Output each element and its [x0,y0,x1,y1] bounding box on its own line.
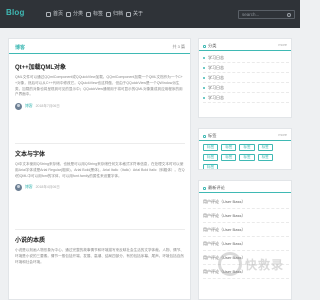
tag-chip[interactable]: 标签 [257,154,273,161]
comment-icon [203,186,206,190]
nav-label: 首页 [53,11,64,17]
article-excerpt: QML文件可以通过QQmlComponent或QQuickView加载。QQml… [15,75,183,97]
about-icon [126,12,131,17]
tag-icon [86,12,91,17]
archive-icon [106,12,111,17]
tag-cloud: 标签 标签 标签 标签 标签 标签 标签 标签 标签 [203,144,289,169]
list-item[interactable]: 用户评论（User Bass） [203,195,289,209]
panel-title-text: 最新评论 [208,185,225,190]
article-date: 2018年7月06日 [35,103,60,108]
folder-icon [203,44,206,48]
divider [15,143,185,144]
nav-label: 分类 [73,11,84,17]
panel-header: 最新评论 [199,181,291,193]
list-item[interactable]: 用户评论（User Bass） [203,237,289,251]
tags-panel: 标签 more 标签 标签 标签 标签 标签 标签 标签 标签 标签 [198,128,292,170]
article-list-header: 博客 共 3 篇 [9,39,190,54]
comment-text: 用户评论（User Bass） [203,240,246,246]
tag-chip[interactable]: 标签 [257,144,273,151]
divider [15,229,185,230]
panel-header: 分类 more [199,39,291,51]
comment-text: 用户评论（User Bass） [203,254,246,260]
article-date: 2018年4月06日 [35,184,60,189]
list-item[interactable]: 用户评论（User Bass） [203,251,289,265]
list-item[interactable]: 用户评论（User Bass） [203,209,289,223]
article-meta: 博客 2018年7月06日 [15,102,185,110]
comment-text: 用户评论（User Bass） [203,268,246,274]
list-item-label: 学习日志 [208,84,224,90]
article-title[interactable]: 文本与字体 [15,151,185,159]
article-item: 小说的本质 小说是以刻画人物形象为中心，通过完整的故事情节和环境描写来反映社会生… [15,237,185,265]
avatar[interactable] [15,183,22,191]
more-link[interactable]: more [278,133,287,137]
tag-chip[interactable]: 标签 [203,164,219,169]
top-nav-bar: Blog 首页 分类 标签 归档 关于 search... [0,0,300,28]
category-list: 学习日志 学习日志 学习日志 学习日志 学习日志 [203,53,289,103]
tag-chip[interactable]: 标签 [221,144,237,151]
panel-title: 分类 [203,43,216,49]
nav-label: 标签 [93,11,104,17]
bullet-icon [203,96,205,99]
panel-header: 标签 more [199,129,291,141]
list-item[interactable]: 用户评论（User Bass） [203,265,289,279]
article-author[interactable]: 博客 [25,185,33,190]
site-logo[interactable]: Blog [6,8,25,17]
bullet-icon [203,76,205,79]
comment-list: 用户评论（User Bass） 用户评论（User Bass） 用户评论（Use… [203,195,289,279]
panel-title: 标签 [203,133,216,139]
list-item-label: 学习日志 [208,64,224,70]
tag-chip[interactable]: 标签 [221,154,237,161]
article-author[interactable]: 博客 [25,104,33,109]
list-item-label: 学习日志 [208,74,224,80]
tag-chip[interactable]: 标签 [203,144,219,151]
nav-label: 归档 [113,11,124,17]
article-list-card: 博客 共 3 篇 Qt++加载QML对象 QML文件可以通过QQmlCompon… [8,38,191,300]
list-item[interactable]: 学习日志 [203,83,289,93]
list-item[interactable]: 学习日志 [203,93,289,103]
search-placeholder: search... [242,12,260,17]
search-icon[interactable] [287,13,291,17]
article-title[interactable]: Qt++加载QML对象 [15,64,185,72]
comment-text: 用户评论（User Bass） [203,226,246,232]
bullet-icon [203,56,205,59]
nav-item-about[interactable]: 关于 [126,10,143,19]
panel-title-text: 分类 [208,43,217,48]
section-title: 博客 [15,45,26,51]
more-link[interactable]: more [278,43,287,47]
nav-item-home[interactable]: 首页 [46,10,63,19]
list-item-label: 学习日志 [208,94,224,100]
home-icon [46,12,51,17]
avatar[interactable] [15,102,22,110]
article-count[interactable]: 共 3 篇 [173,44,185,50]
tag-chip[interactable]: 标签 [203,154,219,161]
article-meta: 博客 2018年4月06日 [15,183,185,191]
nav-item-archive[interactable]: 归档 [106,10,123,19]
category-icon [66,12,71,17]
list-item[interactable]: 学习日志 [203,63,289,73]
list-item[interactable]: 学习日志 [203,53,289,63]
tag-chip[interactable]: 标签 [239,154,255,161]
article-excerpt: 小说是以刻画人物形象为中心，通过完整的故事情节和环境描写来反映社会生活的文学体裁… [15,248,184,264]
article-title[interactable]: 小说的本质 [15,237,185,245]
list-item[interactable]: 用户评论（User Bass） [203,223,289,237]
panel-title: 最新评论 [203,185,225,191]
article-item: 文本与字体 Qt中文本使用QString来存储，也就是可以用QString来存储… [15,151,185,191]
comments-panel: 最新评论 用户评论（User Bass） 用户评论（User Bass） 用户评… [198,180,292,300]
bullet-icon [203,86,205,89]
list-item[interactable]: 学习日志 [203,73,289,83]
nav-label: 关于 [133,11,144,17]
tag-icon [203,134,206,138]
comment-text: 用户评论（User Bass） [203,198,246,204]
bullet-icon [203,66,205,69]
tag-chip[interactable]: 标签 [239,144,255,151]
article-excerpt: Qt中文本使用QString来存储，也就是可以用QString来存储任何文本格式… [15,162,185,178]
nav-item-category[interactable]: 分类 [66,10,83,19]
comment-text: 用户评论（User Bass） [203,212,246,218]
search-input[interactable]: search... [238,10,295,19]
article-item: Qt++加载QML对象 QML文件可以通过QQmlComponent或QQuic… [15,64,185,110]
nav-item-tags[interactable]: 标签 [86,10,103,19]
list-item-label: 学习日志 [208,54,224,60]
category-panel: 分类 more 学习日志 学习日志 学习日志 学习日志 学习日志 [198,38,292,118]
panel-title-text: 标签 [208,133,217,138]
